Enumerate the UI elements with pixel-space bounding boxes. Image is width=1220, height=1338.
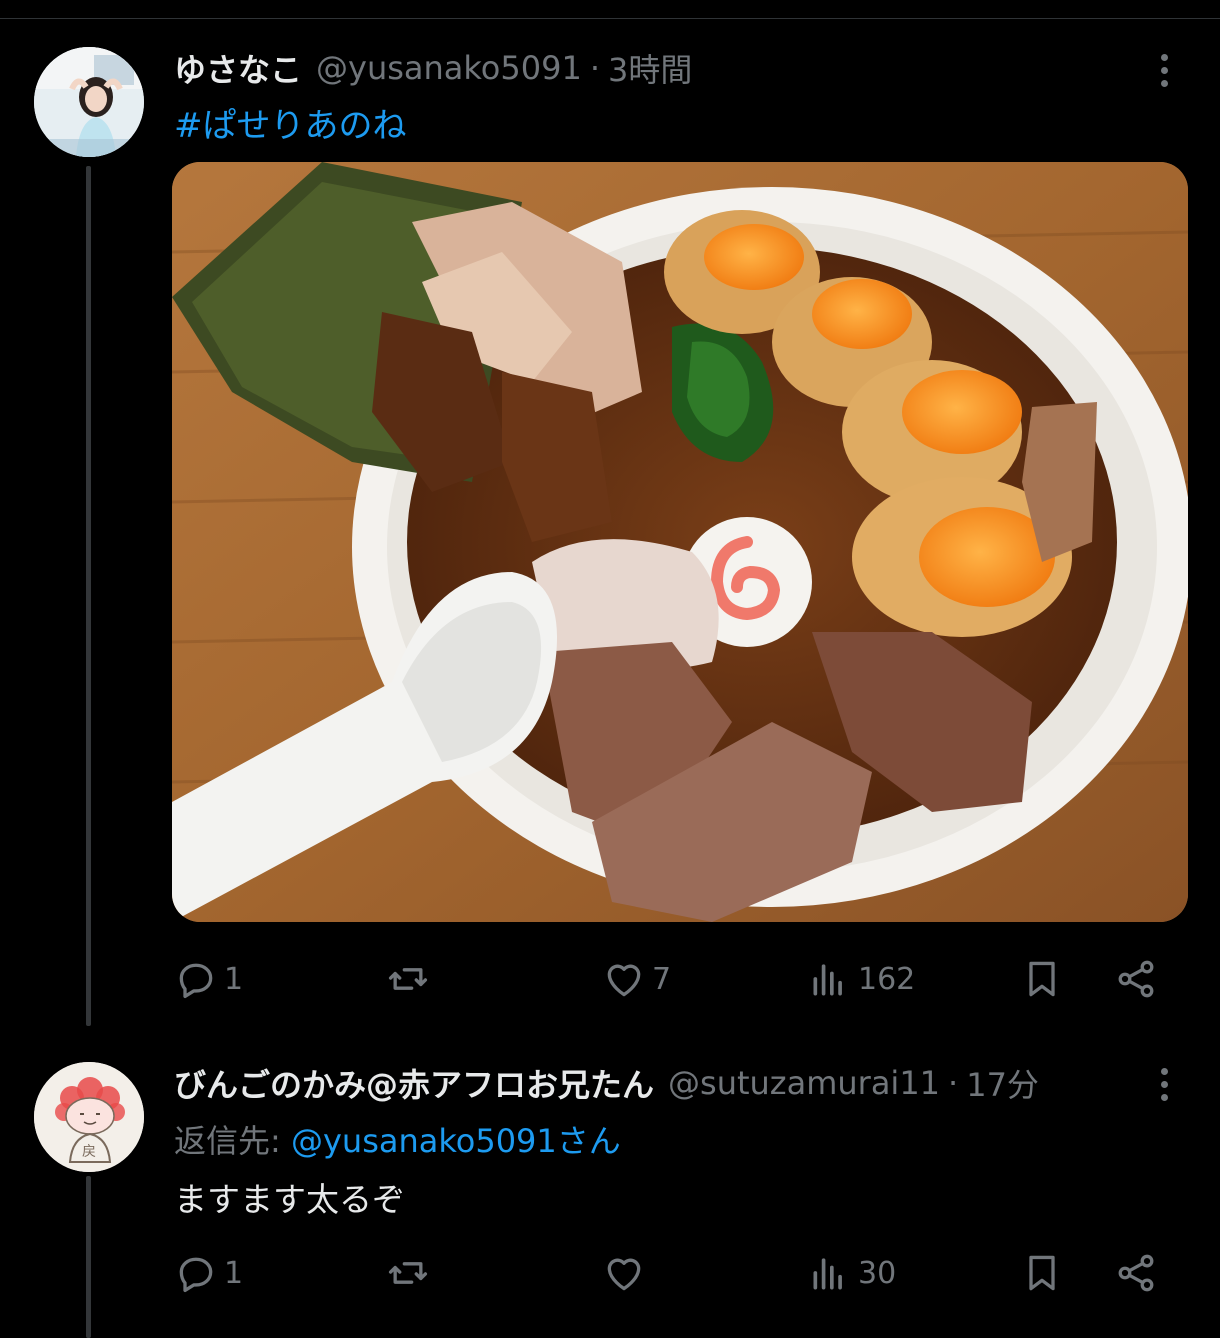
reply-to-line: 返信先: @yusanako5091さん [174, 1116, 621, 1162]
views-icon [813, 1258, 842, 1290]
avatar-image: 戻 [34, 1062, 144, 1172]
view-count: 30 [858, 1255, 897, 1291]
reply-icon [179, 1257, 213, 1293]
tweet-header: ゆさなこ @yusanako5091 · 3時間 [174, 44, 692, 92]
top-divider [0, 18, 1220, 19]
retweet-icon [388, 968, 428, 990]
bookmark-icon [1029, 1255, 1055, 1291]
share-button[interactable] [1114, 954, 1158, 1004]
retweet-button[interactable] [386, 954, 436, 1004]
bookmark-button[interactable] [1020, 954, 1064, 1004]
display-name[interactable]: ゆさなこ [174, 45, 302, 91]
like-icon [607, 1258, 641, 1291]
reply-button[interactable]: 1 [174, 954, 243, 1004]
thread-connector [86, 1176, 91, 1338]
retweet-button[interactable] [386, 1248, 436, 1298]
separator-dot: · [589, 49, 600, 87]
user-handle[interactable]: @sutuzamurai11 [668, 1064, 940, 1102]
tweet-timestamp[interactable]: 3時間 [608, 45, 692, 91]
avatar[interactable] [34, 47, 144, 157]
like-button[interactable]: 7 [602, 954, 671, 1004]
user-handle[interactable]: @yusanako5091 [316, 49, 582, 87]
reply-actions: 1 30 [174, 1248, 1164, 1298]
avatar[interactable]: 戻 [34, 1062, 144, 1172]
reply-to-label: 返信先: [174, 1122, 291, 1160]
more-icon[interactable] [1152, 1060, 1176, 1108]
reply-header: びんごのかみ@赤アフロお兄たん @sutuzamurai11 · 17分 [174, 1059, 1039, 1107]
reply-count: 1 [224, 1255, 244, 1291]
reply-timestamp[interactable]: 17分 [966, 1060, 1039, 1106]
retweet-icon [388, 1262, 428, 1284]
separator-dot: · [948, 1064, 959, 1102]
like-button[interactable] [602, 1248, 652, 1298]
hashtag-link[interactable]: #ぱせりあのね [174, 98, 407, 147]
like-count: 7 [652, 961, 672, 997]
tweet-actions: 1 7 162 [174, 954, 1164, 1004]
view-count: 162 [858, 961, 916, 997]
avatar-image [34, 47, 144, 157]
reply-button[interactable]: 1 [174, 1248, 243, 1298]
tweet-photo[interactable] [172, 162, 1188, 922]
share-icon [1118, 960, 1154, 998]
thread-connector [86, 166, 91, 1026]
svg-text:戻: 戻 [82, 1144, 96, 1160]
reply-text: ますます太るぞ [174, 1180, 405, 1219]
display-name[interactable]: びんごのかみ@赤アフロお兄たん [174, 1060, 654, 1106]
views-button[interactable]: 162 [808, 954, 915, 1004]
bookmark-icon [1029, 961, 1055, 997]
views-button[interactable]: 30 [808, 1248, 896, 1298]
reply-icon [179, 963, 213, 999]
like-icon [607, 964, 641, 997]
share-button[interactable] [1114, 1248, 1158, 1298]
views-icon [813, 964, 842, 996]
reply-to-mention[interactable]: @yusanako5091さん [291, 1122, 621, 1160]
share-icon [1118, 1254, 1154, 1292]
ramen-photo-icon [172, 162, 1188, 922]
bookmark-button[interactable] [1020, 1248, 1064, 1298]
reply-count: 1 [224, 961, 244, 997]
more-icon[interactable] [1152, 46, 1176, 94]
